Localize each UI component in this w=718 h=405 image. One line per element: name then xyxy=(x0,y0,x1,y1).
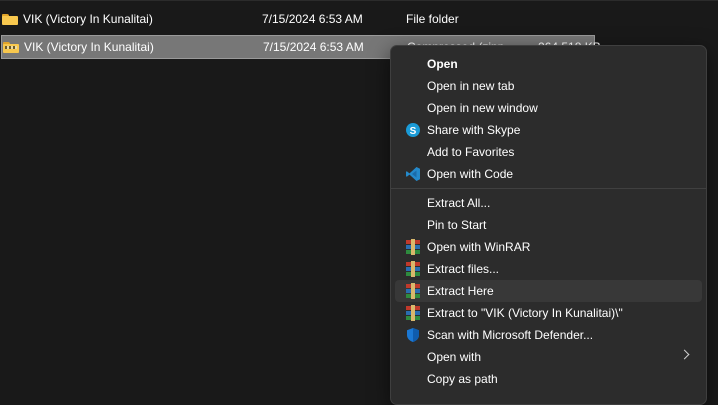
menu-item-extract-here[interactable]: Extract Here xyxy=(395,280,702,302)
menu-item-copy-as-path[interactable]: Copy as path xyxy=(395,368,702,390)
menu-item-share-skype[interactable]: S Share with Skype xyxy=(395,119,702,141)
file-name: VIK (Victory In Kunalitai) xyxy=(24,40,154,54)
menu-item-extract-all[interactable]: Extract All... xyxy=(395,192,702,214)
winrar-icon xyxy=(405,283,421,299)
skype-icon: S xyxy=(405,122,421,138)
defender-shield-icon xyxy=(405,327,421,343)
context-menu: Open Open in new tab Open in new window … xyxy=(390,45,707,405)
menu-item-open-with[interactable]: Open with xyxy=(395,346,702,368)
winrar-icon xyxy=(405,261,421,277)
file-row-folder[interactable]: VIK (Victory In Kunalitai) 7/15/2024 6:5… xyxy=(0,7,718,31)
vscode-icon xyxy=(405,166,421,182)
menu-item-label: Open in new tab xyxy=(427,79,515,93)
menu-item-label: Open with WinRAR xyxy=(427,240,531,254)
winrar-icon xyxy=(405,239,421,255)
menu-item-label: Scan with Microsoft Defender... xyxy=(427,328,594,342)
menu-item-label: Extract files... xyxy=(427,262,500,276)
menu-item-open-with-winrar[interactable]: Open with WinRAR xyxy=(395,236,702,258)
menu-item-open-new-window[interactable]: Open in new window xyxy=(395,97,702,119)
folder-icon xyxy=(2,13,18,25)
menu-item-label: Open xyxy=(427,57,458,71)
menu-item-label: Open with Code xyxy=(427,167,514,181)
menu-item-pin-to-start[interactable]: Pin to Start xyxy=(395,214,702,236)
menu-item-label: Share with Skype xyxy=(427,123,521,137)
menu-item-label: Open in new window xyxy=(427,101,538,115)
menu-item-extract-to-folder[interactable]: Extract to "VIK (Victory In Kunalitai)\" xyxy=(395,302,702,324)
menu-item-label: Copy as path xyxy=(427,372,498,386)
menu-item-open[interactable]: Open xyxy=(395,53,702,75)
menu-item-open-new-tab[interactable]: Open in new tab xyxy=(395,75,702,97)
menu-item-add-favorites[interactable]: Add to Favorites xyxy=(395,141,702,163)
menu-item-label: Add to Favorites xyxy=(427,145,515,159)
menu-separator xyxy=(391,188,706,189)
winrar-icon xyxy=(405,305,421,321)
menu-item-extract-files[interactable]: Extract files... xyxy=(395,258,702,280)
zip-folder-icon xyxy=(3,41,19,53)
menu-item-label: Pin to Start xyxy=(427,218,487,232)
file-name: VIK (Victory In Kunalitai) xyxy=(23,12,153,26)
menu-item-label: Extract Here xyxy=(427,284,494,298)
chevron-right-icon xyxy=(679,349,690,360)
name-cell: VIK (Victory In Kunalitai) xyxy=(2,12,153,26)
date-modified: 7/15/2024 6:53 AM xyxy=(262,12,363,26)
name-cell: VIK (Victory In Kunalitai) xyxy=(3,40,154,54)
menu-item-open-with-code[interactable]: Open with Code xyxy=(395,163,702,185)
column-header-divider xyxy=(0,0,718,1)
menu-item-label: Open with xyxy=(427,350,482,364)
menu-item-scan-defender[interactable]: Scan with Microsoft Defender... xyxy=(395,324,702,346)
menu-item-label: Extract to "VIK (Victory In Kunalitai)\" xyxy=(427,306,623,320)
date-modified: 7/15/2024 6:53 AM xyxy=(263,40,364,54)
menu-item-label: Extract All... xyxy=(427,196,491,210)
svg-text:S: S xyxy=(410,126,417,137)
file-type: File folder xyxy=(406,12,459,26)
